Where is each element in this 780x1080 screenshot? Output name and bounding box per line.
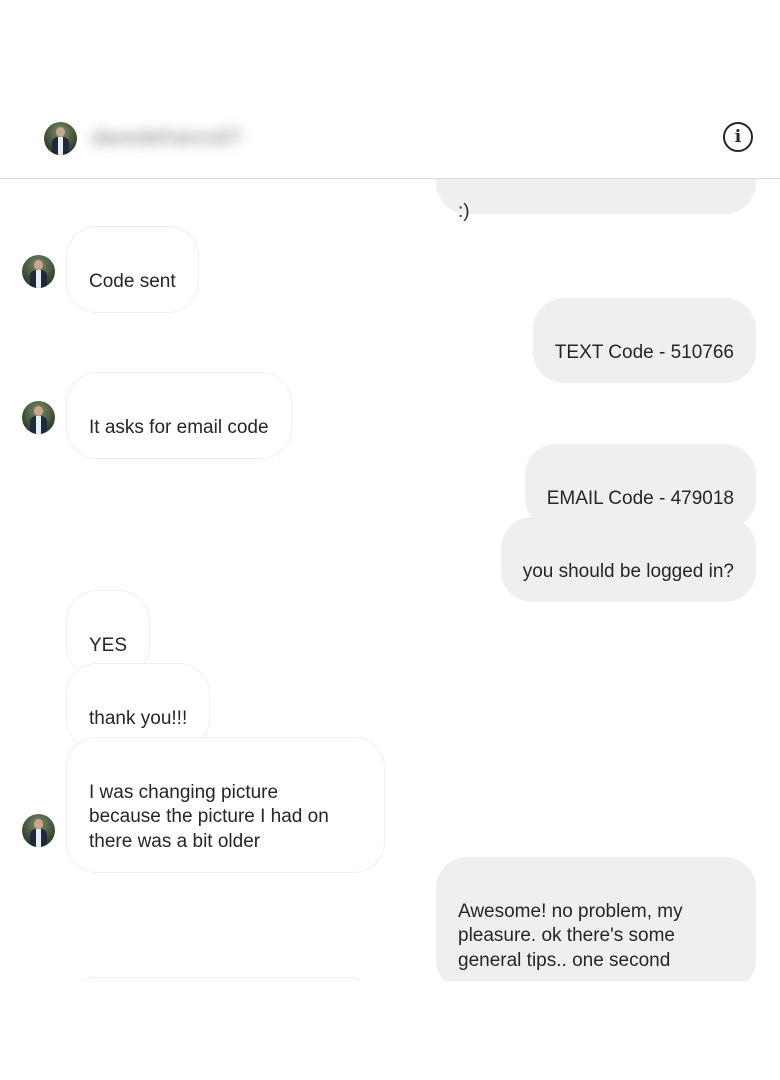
sender-avatar[interactable] bbox=[22, 814, 55, 847]
sender-avatar[interactable] bbox=[22, 255, 55, 288]
message-bubble-outgoing[interactable]: :) bbox=[436, 179, 756, 222]
contact-avatar[interactable] bbox=[44, 122, 77, 155]
message-bubble-outgoing[interactable]: TEXT Code - 510766 bbox=[532, 298, 756, 383]
message-text: you should be logged in? bbox=[522, 560, 734, 582]
message-thread[interactable]: :) Code sent TEXT Code - 510766 It asks … bbox=[0, 179, 780, 981]
message-bubble-outgoing[interactable]: Awesome! no problem, my pleasure. ok the… bbox=[436, 857, 756, 981]
message-text: It asks for email code bbox=[89, 416, 269, 438]
message-bubble-incoming[interactable]: I was changing picture because the pictu… bbox=[66, 737, 385, 873]
message-text: :) bbox=[458, 200, 470, 222]
message-text: Awesome! no problem, my pleasure. ok the… bbox=[458, 900, 683, 971]
message-text: thank you!!! bbox=[89, 707, 188, 729]
info-icon[interactable]: i bbox=[723, 122, 753, 152]
sender-avatar[interactable] bbox=[22, 401, 55, 434]
message-text: TEXT Code - 510766 bbox=[554, 341, 734, 363]
message-bubble-incoming-partial[interactable] bbox=[66, 977, 376, 981]
contact-username[interactable]: davedefranco07 bbox=[92, 127, 242, 150]
message-text: EMAIL Code - 479018 bbox=[546, 487, 734, 509]
message-bubble-outgoing[interactable]: you should be logged in? bbox=[500, 517, 756, 602]
message-bubble-incoming[interactable]: Code sent bbox=[66, 226, 199, 313]
message-text: I was changing picture because the pictu… bbox=[89, 781, 329, 852]
message-text: YES bbox=[89, 634, 128, 656]
message-text: Code sent bbox=[89, 270, 176, 292]
chat-header: davedefranco07 i bbox=[0, 100, 780, 179]
message-bubble-incoming[interactable]: It asks for email code bbox=[66, 372, 292, 459]
